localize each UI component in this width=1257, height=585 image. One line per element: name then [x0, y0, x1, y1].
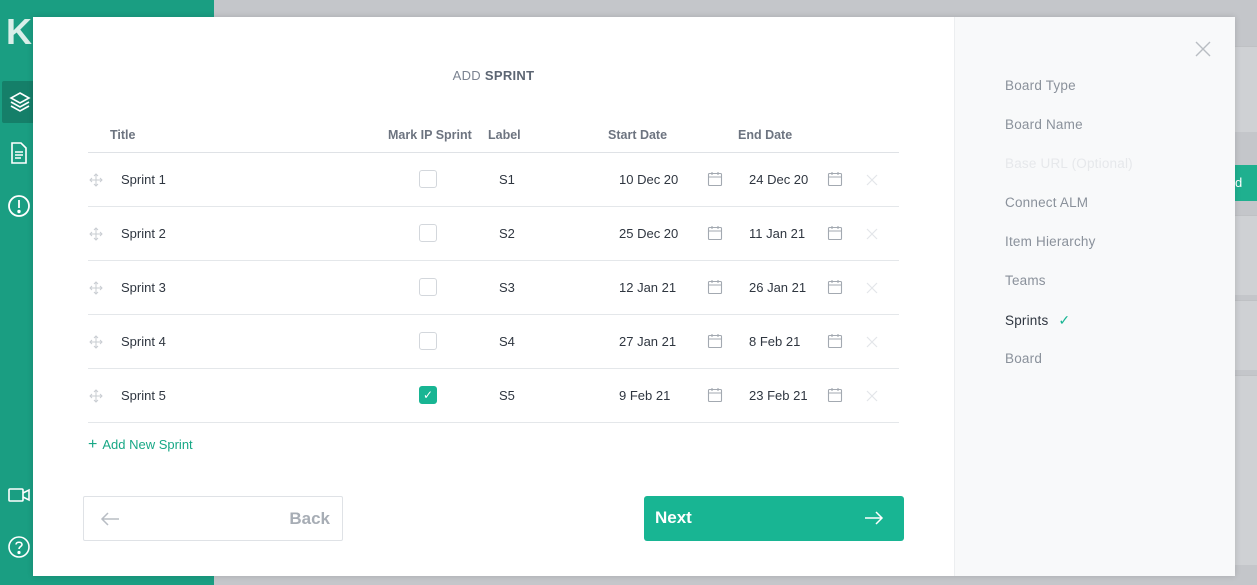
column-header-end-date: End Date: [738, 128, 793, 142]
sprint-row: Sprint 3 S3 12 Jan 21 26 Jan 21: [88, 261, 899, 315]
sprint-row: Sprint 5 ✓ S5 9 Feb 21 23 Feb 21: [88, 369, 899, 423]
checkmark-icon: ✓: [1058, 312, 1071, 328]
back-button[interactable]: Back: [83, 496, 343, 541]
remove-icon[interactable]: [866, 390, 878, 402]
sprint-end-date[interactable]: 26 Jan 21: [749, 280, 806, 295]
sprint-title[interactable]: Sprint 3: [121, 280, 166, 295]
arrow-left-icon: [100, 512, 119, 526]
step-item[interactable]: Board Name: [1005, 117, 1083, 132]
step-item[interactable]: Connect ALM: [1005, 195, 1088, 210]
mark-ip-sprint-checkbox[interactable]: [419, 170, 437, 188]
mark-ip-sprint-checkbox[interactable]: ✓: [419, 386, 437, 404]
add-new-sprint-link[interactable]: + Add New Sprint: [88, 435, 193, 453]
background-card: [1234, 215, 1257, 295]
mark-ip-sprint-checkbox[interactable]: [419, 332, 437, 350]
sprint-title[interactable]: Sprint 5: [121, 388, 166, 403]
sprint-label[interactable]: S1: [499, 172, 515, 187]
mark-ip-sprint-checkbox[interactable]: [419, 278, 437, 296]
column-header-label: Label: [488, 128, 521, 142]
drag-handle-icon[interactable]: [89, 335, 103, 349]
step-item[interactable]: Item Hierarchy: [1005, 234, 1096, 249]
steps-panel: Board Type Board Name Base URL (Optional) C…: [954, 17, 1235, 576]
plus-icon: +: [88, 435, 98, 453]
step-item[interactable]: Board: [1005, 351, 1042, 366]
calendar-icon[interactable]: [707, 171, 723, 187]
sprint-end-date[interactable]: 24 Dec 20: [749, 172, 808, 187]
arrow-right-icon: [865, 511, 884, 525]
calendar-icon[interactable]: [707, 387, 723, 403]
column-header-start-date: Start Date: [608, 128, 668, 142]
remove-icon[interactable]: [866, 228, 878, 240]
step-item[interactable]: Board Type: [1005, 78, 1076, 93]
sprint-end-date[interactable]: 23 Feb 21: [749, 388, 808, 403]
next-button[interactable]: Next: [644, 496, 904, 541]
column-header-mark-ip-sprint: Mark IP Sprint: [388, 128, 472, 142]
background-card: [1234, 300, 1257, 370]
sprint-title[interactable]: Sprint 1: [121, 172, 166, 187]
drag-handle-icon[interactable]: [89, 389, 103, 403]
sprint-row: Sprint 2 S2 25 Dec 20 11 Jan 21: [88, 207, 899, 261]
calendar-icon[interactable]: [827, 171, 843, 187]
step-item[interactable]: Teams: [1005, 273, 1046, 288]
drag-handle-icon[interactable]: [89, 227, 103, 241]
sprint-label[interactable]: S5: [499, 388, 515, 403]
step-item[interactable]: Sprints ✓: [1005, 312, 1070, 329]
close-icon[interactable]: [1195, 41, 1211, 57]
mark-ip-sprint-checkbox[interactable]: [419, 224, 437, 242]
background-card: [1234, 375, 1257, 565]
calendar-icon[interactable]: [707, 225, 723, 241]
sprint-start-date[interactable]: 25 Dec 20: [619, 226, 678, 241]
sprint-end-date[interactable]: 8 Feb 21: [749, 334, 800, 349]
remove-icon[interactable]: [866, 174, 878, 186]
calendar-icon[interactable]: [707, 279, 723, 295]
sprint-label[interactable]: S4: [499, 334, 515, 349]
sprint-end-date[interactable]: 11 Jan 21: [749, 226, 805, 241]
calendar-icon[interactable]: [827, 387, 843, 403]
sprint-label[interactable]: S3: [499, 280, 515, 295]
app-logo: K: [6, 11, 32, 52]
sprint-start-date[interactable]: 10 Dec 20: [619, 172, 678, 187]
sprint-row: Sprint 1 S1 10 Dec 20 24 Dec 20: [88, 153, 899, 207]
add-sprint-modal: ADD SPRINT Title Mark IP Sprint Label St…: [33, 17, 1235, 576]
drag-handle-icon[interactable]: [89, 281, 103, 295]
column-header-title: Title: [110, 128, 136, 142]
remove-icon[interactable]: [866, 336, 878, 348]
sprint-start-date[interactable]: 27 Jan 21: [619, 334, 676, 349]
sprint-title[interactable]: Sprint 4: [121, 334, 166, 349]
sprint-start-date[interactable]: 12 Jan 21: [619, 280, 676, 295]
sprint-start-date[interactable]: 9 Feb 21: [619, 388, 670, 403]
background-button: d: [1234, 165, 1257, 201]
sprint-row: Sprint 4 S4 27 Jan 21 8 Feb 21: [88, 315, 899, 369]
modal-title: ADD SPRINT: [452, 68, 535, 83]
calendar-icon[interactable]: [827, 279, 843, 295]
modal-content: ADD SPRINT Title Mark IP Sprint Label St…: [33, 17, 954, 576]
calendar-icon[interactable]: [827, 225, 843, 241]
drag-handle-icon[interactable]: [89, 173, 103, 187]
calendar-icon[interactable]: [707, 333, 723, 349]
remove-icon[interactable]: [866, 282, 878, 294]
background-card: [1234, 46, 1257, 132]
sprint-label[interactable]: S2: [499, 226, 515, 241]
step-item: Base URL (Optional): [1005, 156, 1133, 171]
sprint-title[interactable]: Sprint 2: [121, 226, 166, 241]
calendar-icon[interactable]: [827, 333, 843, 349]
